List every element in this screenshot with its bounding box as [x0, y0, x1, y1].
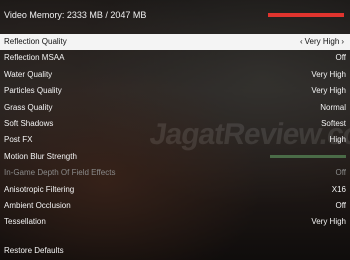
setting-value[interactable]: ‹ Very High ›: [298, 34, 346, 50]
setting-value-text: Very High: [311, 217, 346, 227]
setting-value-text: Very High: [311, 86, 346, 96]
setting-value-text: Normal: [320, 102, 346, 112]
chevron-right-icon[interactable]: ›: [339, 37, 346, 46]
chevron-left-icon[interactable]: ‹: [298, 37, 305, 46]
setting-row-particles-quality[interactable]: Particles Quality Very High: [0, 83, 350, 99]
setting-value-text: High: [329, 135, 346, 145]
setting-value: Normal: [320, 100, 346, 116]
setting-label: Ambient Occlusion: [4, 200, 71, 210]
setting-value-text: Very High: [311, 69, 346, 79]
setting-label: Soft Shadows: [4, 118, 54, 128]
setting-row-anisotropic-filtering[interactable]: Anisotropic Filtering X16: [0, 182, 350, 198]
setting-label: Particles Quality: [4, 86, 62, 96]
setting-row-ambient-occlusion[interactable]: Ambient Occlusion Off: [0, 198, 350, 214]
setting-label: Reflection MSAA: [4, 53, 65, 63]
video-memory-label: Video Memory: 2333 MB / 2047 MB: [4, 10, 147, 20]
setting-value-text: Off: [335, 53, 346, 63]
setting-label: Tessellation: [4, 217, 46, 227]
setting-row-tessellation[interactable]: Tessellation Very High: [0, 214, 350, 230]
setting-value: Off: [335, 165, 346, 181]
video-memory-header: Video Memory: 2333 MB / 2047 MB: [0, 0, 350, 30]
setting-label: Motion Blur Strength: [4, 151, 77, 161]
motion-blur-slider[interactable]: [270, 154, 346, 158]
setting-label: In-Game Depth Of Field Effects: [4, 168, 116, 178]
setting-value-text: X16: [331, 184, 346, 194]
setting-label: Grass Quality: [4, 102, 53, 112]
graphics-settings-list: Reflection Quality ‹ Very High › Reflection …: [0, 34, 350, 231]
setting-label: Water Quality: [4, 69, 53, 79]
setting-value-text: Off: [335, 168, 346, 178]
setting-value-text: Off: [335, 200, 346, 210]
setting-value: Very High: [311, 214, 346, 230]
setting-value: Very High: [311, 83, 346, 99]
video-memory-bar: [268, 13, 344, 17]
setting-row-post-fx[interactable]: Post FX High: [0, 132, 350, 148]
setting-value: High: [330, 132, 346, 148]
setting-value: X16: [332, 182, 346, 198]
setting-row-in-game-depth-of-field-effects: In-Game Depth Of Field Effects Off: [0, 165, 350, 181]
setting-value: Softest: [321, 116, 346, 132]
setting-label: Anisotropic Filtering: [4, 184, 75, 194]
restore-defaults-button[interactable]: Restore Defaults: [4, 246, 64, 255]
setting-label: Post FX: [4, 135, 33, 145]
setting-row-grass-quality[interactable]: Grass Quality Normal: [0, 100, 350, 116]
slider-fill: [270, 154, 346, 158]
setting-value: Very High: [311, 67, 346, 83]
setting-value-text: Very High: [304, 37, 340, 46]
setting-row-reflection-quality[interactable]: Reflection Quality ‹ Very High ›: [0, 34, 350, 51]
setting-value: Off: [335, 50, 346, 66]
setting-row-soft-shadows[interactable]: Soft Shadows Softest: [0, 116, 350, 132]
setting-value: Off: [335, 198, 346, 214]
setting-row-water-quality[interactable]: Water Quality Very High: [0, 67, 350, 83]
setting-row-motion-blur-strength[interactable]: Motion Blur Strength: [0, 149, 350, 165]
setting-label: Reflection Quality: [4, 37, 67, 46]
video-memory-bar-fill: [268, 13, 344, 17]
setting-value-text: Softest: [321, 118, 346, 128]
setting-row-reflection-msaa[interactable]: Reflection MSAA Off: [0, 50, 350, 66]
